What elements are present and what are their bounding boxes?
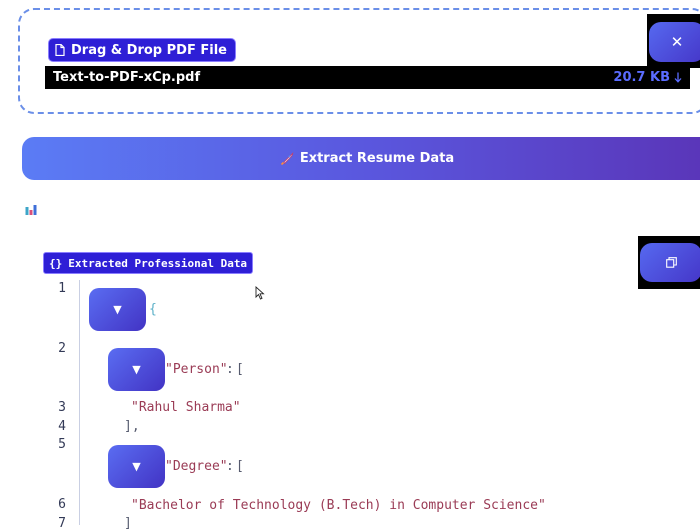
file-name: Text-to-PDF-xCp.pdf (53, 70, 201, 85)
code-colon: : (226, 362, 234, 377)
code-open-bracket: [ (236, 362, 244, 377)
bar-chart-icon (25, 205, 37, 215)
extract-resume-data-button[interactable]: Extract Resume Data (22, 137, 700, 180)
drag-drop-label[interactable]: Drag & Drop PDF File (48, 38, 236, 62)
code-colon: : (226, 459, 234, 474)
code-open-brace: { (149, 302, 157, 317)
mouse-pointer-icon (255, 286, 265, 300)
collapse-person-toggle[interactable]: ▼ (108, 348, 165, 391)
copy-icon (665, 257, 677, 268)
triangle-down-icon: ▼ (113, 303, 122, 316)
line-number: 1 (58, 281, 66, 296)
rocket-icon (280, 151, 294, 165)
gutter-divider (79, 280, 80, 525)
line-number: 6 (58, 497, 66, 512)
braces-icon: {} (49, 256, 63, 270)
close-button[interactable]: ✕ (649, 22, 700, 62)
close-icon: ✕ (670, 33, 684, 51)
arrow-down-icon (674, 72, 682, 83)
code-person-key: "Person" (165, 362, 228, 377)
line-number: 4 (58, 419, 66, 434)
line-number: 3 (58, 400, 66, 415)
close-button-area: ✕ (647, 14, 700, 68)
line-number: 7 (58, 516, 66, 531)
line-number: 2 (58, 341, 66, 356)
extracted-data-text: Extracted Professional Data (68, 256, 248, 270)
code-person-value: "Rahul Sharma" (131, 400, 241, 415)
line-number: 5 (58, 437, 66, 452)
triangle-down-icon: ▼ (132, 363, 141, 376)
drag-drop-text: Drag & Drop PDF File (71, 42, 227, 58)
uploaded-file-row: Text-to-PDF-xCp.pdf 20.7 KB (45, 66, 690, 89)
code-close-bracket-comma: ], (124, 419, 140, 434)
triangle-down-icon: ▼ (132, 460, 141, 473)
extract-button-label: Extract Resume Data (299, 151, 455, 166)
code-degree-key: "Degree" (165, 459, 228, 474)
file-size-value: 20.7 KB (613, 70, 670, 85)
code-open-bracket: [ (236, 459, 244, 474)
extracted-data-label: {} Extracted Professional Data (43, 252, 254, 274)
file-icon (55, 44, 65, 56)
copy-button-area (638, 236, 700, 289)
file-size: 20.7 KB (613, 70, 682, 85)
copy-button[interactable] (640, 243, 700, 282)
code-close-bracket: ] (124, 516, 132, 531)
code-degree-value: "Bachelor of Technology (B.Tech) in Comp… (131, 498, 546, 513)
collapse-degree-toggle[interactable]: ▼ (108, 445, 165, 488)
collapse-root-toggle[interactable]: ▼ (89, 288, 146, 331)
